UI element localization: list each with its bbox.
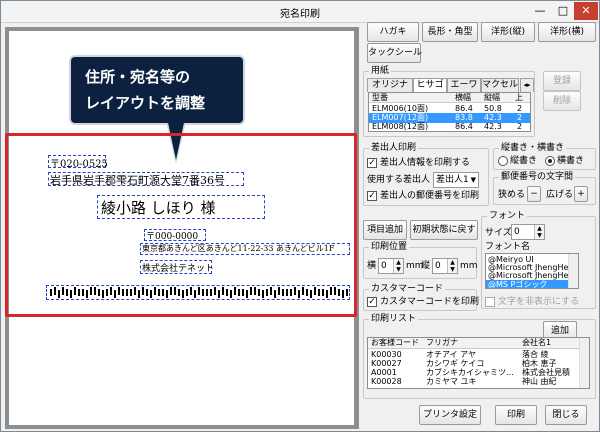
print-button[interactable]: 印刷 (495, 405, 537, 425)
window-title: 宛名印刷 (280, 9, 320, 20)
use-sender-label: 使用する差出人 (367, 175, 431, 185)
vertical-label: 縦書き (510, 156, 538, 166)
tab-maxell[interactable]: マクセル (481, 78, 519, 92)
vertical-radio[interactable] (498, 156, 508, 166)
col-company: 会社名1 (522, 338, 552, 347)
label-print-window: 宛名印刷 — □ ✕ 〒020-0525 岩手県岩手郡雫石町源大堂7番36号 綾… (0, 0, 600, 432)
minimize-button[interactable]: — (528, 2, 552, 20)
font-group-label: フォント (487, 211, 528, 222)
delete-button[interactable]: 削除 (543, 91, 581, 111)
hide-char-checkbox[interactable] (485, 297, 495, 307)
y-spinner[interactable]: ▲ ▼ (447, 259, 457, 273)
font-size-label: サイズ (485, 228, 512, 238)
narrow-button[interactable]: − (527, 186, 541, 202)
font-list[interactable]: @Meiryo UI @Microsoft JhengHe @Microsoft… (485, 253, 579, 289)
postal-spacing-label: 郵便番号の文字間 (499, 172, 576, 183)
paper-model-list[interactable]: 型番 横幅 縦幅 上 ELM006(10面) 86.4 50.8 2 ELM007(1… (368, 92, 531, 132)
reset-button[interactable]: 初期状態に戻す (410, 220, 478, 240)
add-item-button[interactable]: 項目追加 (363, 220, 407, 240)
paper-row[interactable]: ELM008(12面) 86.4 42.3 2 (369, 122, 530, 131)
col-top: 上 (515, 93, 523, 102)
orientation-group-label: 縦書き・横書き (499, 143, 567, 154)
tab-hisago[interactable]: ヒサゴ (413, 78, 447, 93)
callout-box: 住所・宛名等の レイアウトを調整 (69, 55, 245, 125)
font-name-label: フォント名 (485, 242, 531, 252)
use-sender-select[interactable]: 差出人1 ▼ (433, 172, 479, 188)
table-row[interactable]: K00028 カミヤマ ユキ 神山 由紀 (368, 377, 589, 387)
font-size-spinner[interactable]: ▲ ▼ (534, 225, 544, 239)
y-unit: mm (460, 261, 478, 271)
paper-list-header: 型番 横幅 縦幅 上 (369, 93, 530, 103)
choukei-button[interactable]: 長形・角型 (422, 22, 478, 42)
y-input[interactable]: 0 ▲ ▼ (432, 258, 458, 274)
font-list-scrollbar[interactable] (568, 254, 578, 288)
title-bar: 宛名印刷 — □ ✕ (1, 1, 599, 23)
print-list-label: 印刷リスト (369, 314, 419, 325)
x-input[interactable]: 0 ▲ ▼ (378, 258, 404, 274)
highlight-frame (5, 133, 357, 317)
hide-char-label: 文字を非表示にする (498, 297, 580, 307)
print-sender-label: 差出人情報を印刷する (380, 158, 471, 168)
print-barcode-label: カスタマーコードを印刷 (380, 297, 480, 307)
col-furigana: フリガナ (426, 338, 458, 347)
x-spinner[interactable]: ▲ ▼ (393, 259, 403, 273)
print-position-label: 印刷位置 (369, 242, 410, 253)
y-label: 縦 (421, 261, 431, 271)
col-model: 型番 (372, 93, 388, 102)
print-barcode-checkbox[interactable]: ✓ (367, 297, 377, 307)
callout-line-2: レイアウトを調整 (85, 94, 206, 112)
chevron-down-icon: ▼ (470, 176, 476, 184)
narrow-label: 狭める (498, 190, 526, 200)
customer-code-label: カスタマーコード (369, 284, 446, 295)
tab-aone[interactable]: エーワン (447, 78, 481, 102)
horizontal-radio[interactable] (545, 156, 555, 166)
callout-line-1: 住所・宛名等の (85, 68, 191, 86)
widen-button[interactable]: + (574, 186, 588, 202)
paper-group-label: 用紙 (369, 66, 392, 77)
youkei-tate-button[interactable]: 洋形(縦) (481, 22, 535, 42)
print-sender-postal-checkbox[interactable]: ✓ (367, 191, 377, 201)
close-window-button[interactable]: ✕ (574, 2, 598, 20)
close-button[interactable]: 閉じる (545, 405, 587, 425)
horizontal-label: 横書き (557, 156, 585, 166)
tab-original[interactable]: オリジナル (367, 78, 413, 102)
col-width: 横幅 (455, 93, 471, 102)
maximize-button[interactable]: □ (552, 2, 574, 20)
print-sender-postal-label: 差出人の郵便番号を印刷 (380, 191, 480, 201)
tab-scroll-arrows[interactable]: ◂▸ (520, 78, 534, 92)
print-list-header: お客様コード フリガナ 会社名1 (368, 338, 589, 349)
widen-label: 広げる (546, 190, 574, 200)
register-button[interactable]: 登録 (543, 71, 581, 91)
printer-settings-button[interactable]: プリンタ設定 (419, 405, 481, 425)
col-height: 縦幅 (484, 93, 500, 102)
tack-seal-button[interactable]: タックシール (367, 43, 422, 63)
col-customer-code: お客様コード (371, 338, 419, 347)
sender-group-label: 差出人印刷 (369, 143, 419, 154)
font-size-input[interactable]: 0 ▲ ▼ (511, 224, 545, 240)
print-list-scrollbar[interactable] (579, 338, 589, 388)
youkei-yoko-button[interactable]: 洋形(横) (538, 22, 596, 42)
font-option-selected[interactable]: @MS Pゴシック (486, 280, 578, 288)
print-list-table[interactable]: お客様コード フリガナ 会社名1 K00030 オチアイ アヤ 落合 綾 K0002… (367, 337, 590, 389)
x-label: 横 (367, 261, 377, 271)
hagaki-button[interactable]: ハガキ (367, 22, 419, 42)
print-sender-checkbox[interactable]: ✓ (367, 158, 377, 168)
